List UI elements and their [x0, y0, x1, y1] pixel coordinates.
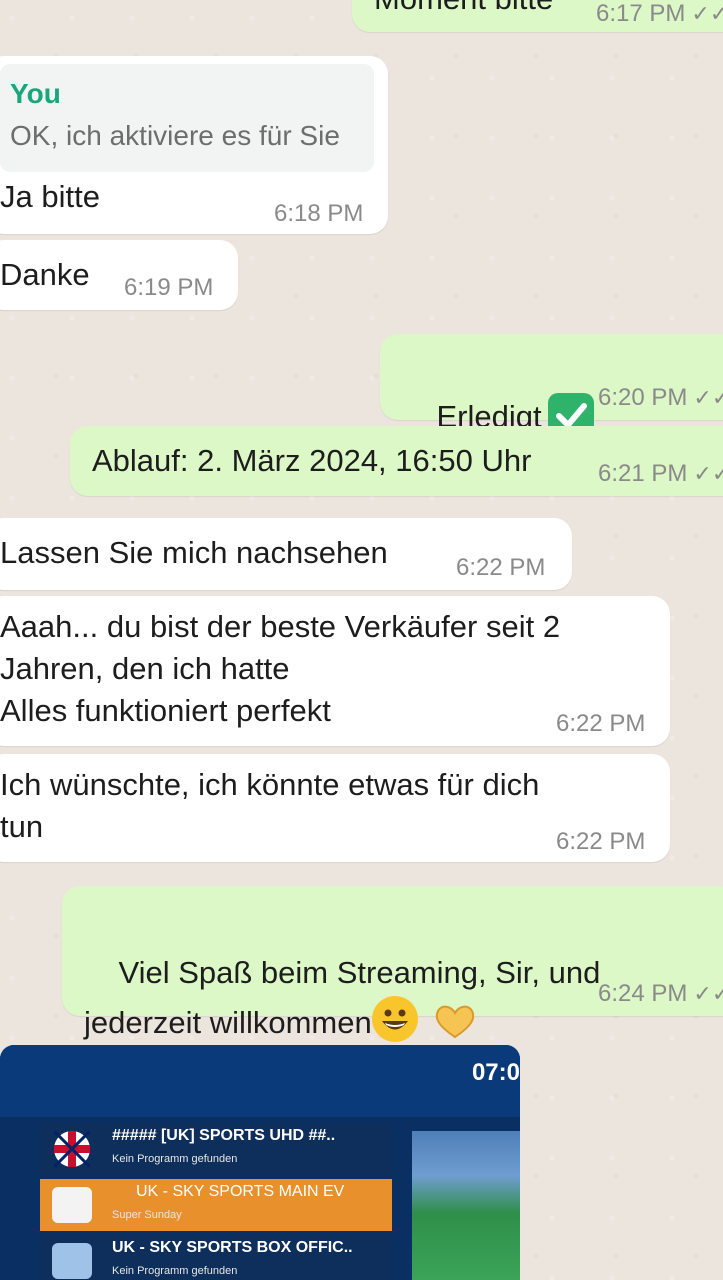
channel-name: UK - SKY SPORTS MAIN EV [136, 1183, 345, 1200]
quote-text: OK, ich aktiviere es für Sie [10, 120, 340, 151]
message-incoming[interactable]: Aaah... du bist der beste Verkäufer seit… [0, 596, 670, 746]
tv-header-bar [0, 1045, 520, 1117]
message-text: Moment bitte [374, 0, 553, 20]
double-tick-icon: ✓✓ [693, 461, 723, 486]
double-tick-icon: ✓✓ [693, 981, 723, 1006]
channel-program: Super Sunday [112, 1209, 182, 1221]
message-incoming[interactable]: Ich wünschte, ich könnte etwas für dich … [0, 754, 670, 862]
channel-row-selected: UK - SKY SPORTS MAIN EV Super Sunday [40, 1179, 392, 1231]
message-time: 6:19 PM [124, 274, 214, 301]
message-incoming-reply[interactable]: You OK, ich aktiviere es für Sie Ja bitt… [0, 56, 388, 234]
message-outgoing[interactable]: Moment bitte 6:17 PM✓✓ [352, 0, 723, 32]
message-text: Danke [0, 257, 90, 292]
channel-name: UK - SKY SPORTS BOX OFFIC.. [112, 1239, 353, 1256]
message-time: 6:24 PM ✓✓ [598, 980, 723, 1008]
message-time: 6:18 PM [274, 200, 364, 227]
image-message[interactable]: 07:0 ##### [UK] SPORTS UHD ##.. Kein Pro… [0, 1045, 520, 1280]
grinning-face-emoji [371, 995, 418, 1042]
message-outgoing[interactable]: Viel Spaß beim Streaming, Sir, und jeder… [62, 886, 723, 1042]
message-text: Aaah... du bist der beste Verkäufer seit… [0, 609, 561, 728]
channel-logo-icon [52, 1243, 92, 1279]
double-tick-icon: ✓✓ [693, 385, 723, 410]
message-time: 6:22 PM [556, 828, 646, 855]
heart-hands-emoji [430, 1001, 480, 1041]
quoted-message[interactable]: You OK, ich aktiviere es für Sie [0, 64, 374, 172]
message-outgoing[interactable]: Ablauf: 2. März 2024, 16:50 Uhr 6:21 PM ✓… [70, 426, 723, 496]
message-time: 6:17 PM ✓✓ [596, 0, 723, 28]
message-text: Ja bitte [0, 179, 100, 214]
uk-flag-icon [52, 1129, 92, 1169]
tv-clock: 07:0 [471, 1059, 520, 1086]
channel-row: ##### [UK] SPORTS UHD ##.. Kein Programm… [40, 1123, 392, 1175]
message-time: 6:22 PM [456, 554, 546, 581]
message-incoming[interactable]: Danke 6:19 PM [0, 240, 238, 310]
preview-video [412, 1131, 520, 1280]
channel-row: UK - SKY SPORTS BOX OFFIC.. Kein Program… [40, 1235, 392, 1280]
message-incoming[interactable]: Lassen Sie mich nachsehen 6:22 PM [0, 518, 572, 590]
channel-program: Kein Programm gefunden [112, 1153, 238, 1165]
message-time: 6:20 PM ✓✓ [598, 384, 723, 412]
message-text: Ich wünschte, ich könnte etwas für dich … [0, 767, 540, 844]
message-text: Lassen Sie mich nachsehen [0, 535, 388, 570]
message-outgoing[interactable]: Erledigt 6:20 PM ✓✓ [380, 334, 723, 437]
message-text: Ablauf: 2. März 2024, 16:50 Uhr [92, 443, 532, 478]
channel-name: ##### [UK] SPORTS UHD ##.. [112, 1127, 336, 1144]
double-tick-icon: ✓✓ [691, 1, 723, 26]
quote-author: You [10, 78, 61, 109]
message-time: 6:22 PM [556, 710, 646, 737]
message-time: 6:21 PM ✓✓ [598, 460, 723, 488]
channel-program: Kein Programm gefunden [112, 1265, 238, 1277]
channel-logo-icon [52, 1187, 92, 1223]
